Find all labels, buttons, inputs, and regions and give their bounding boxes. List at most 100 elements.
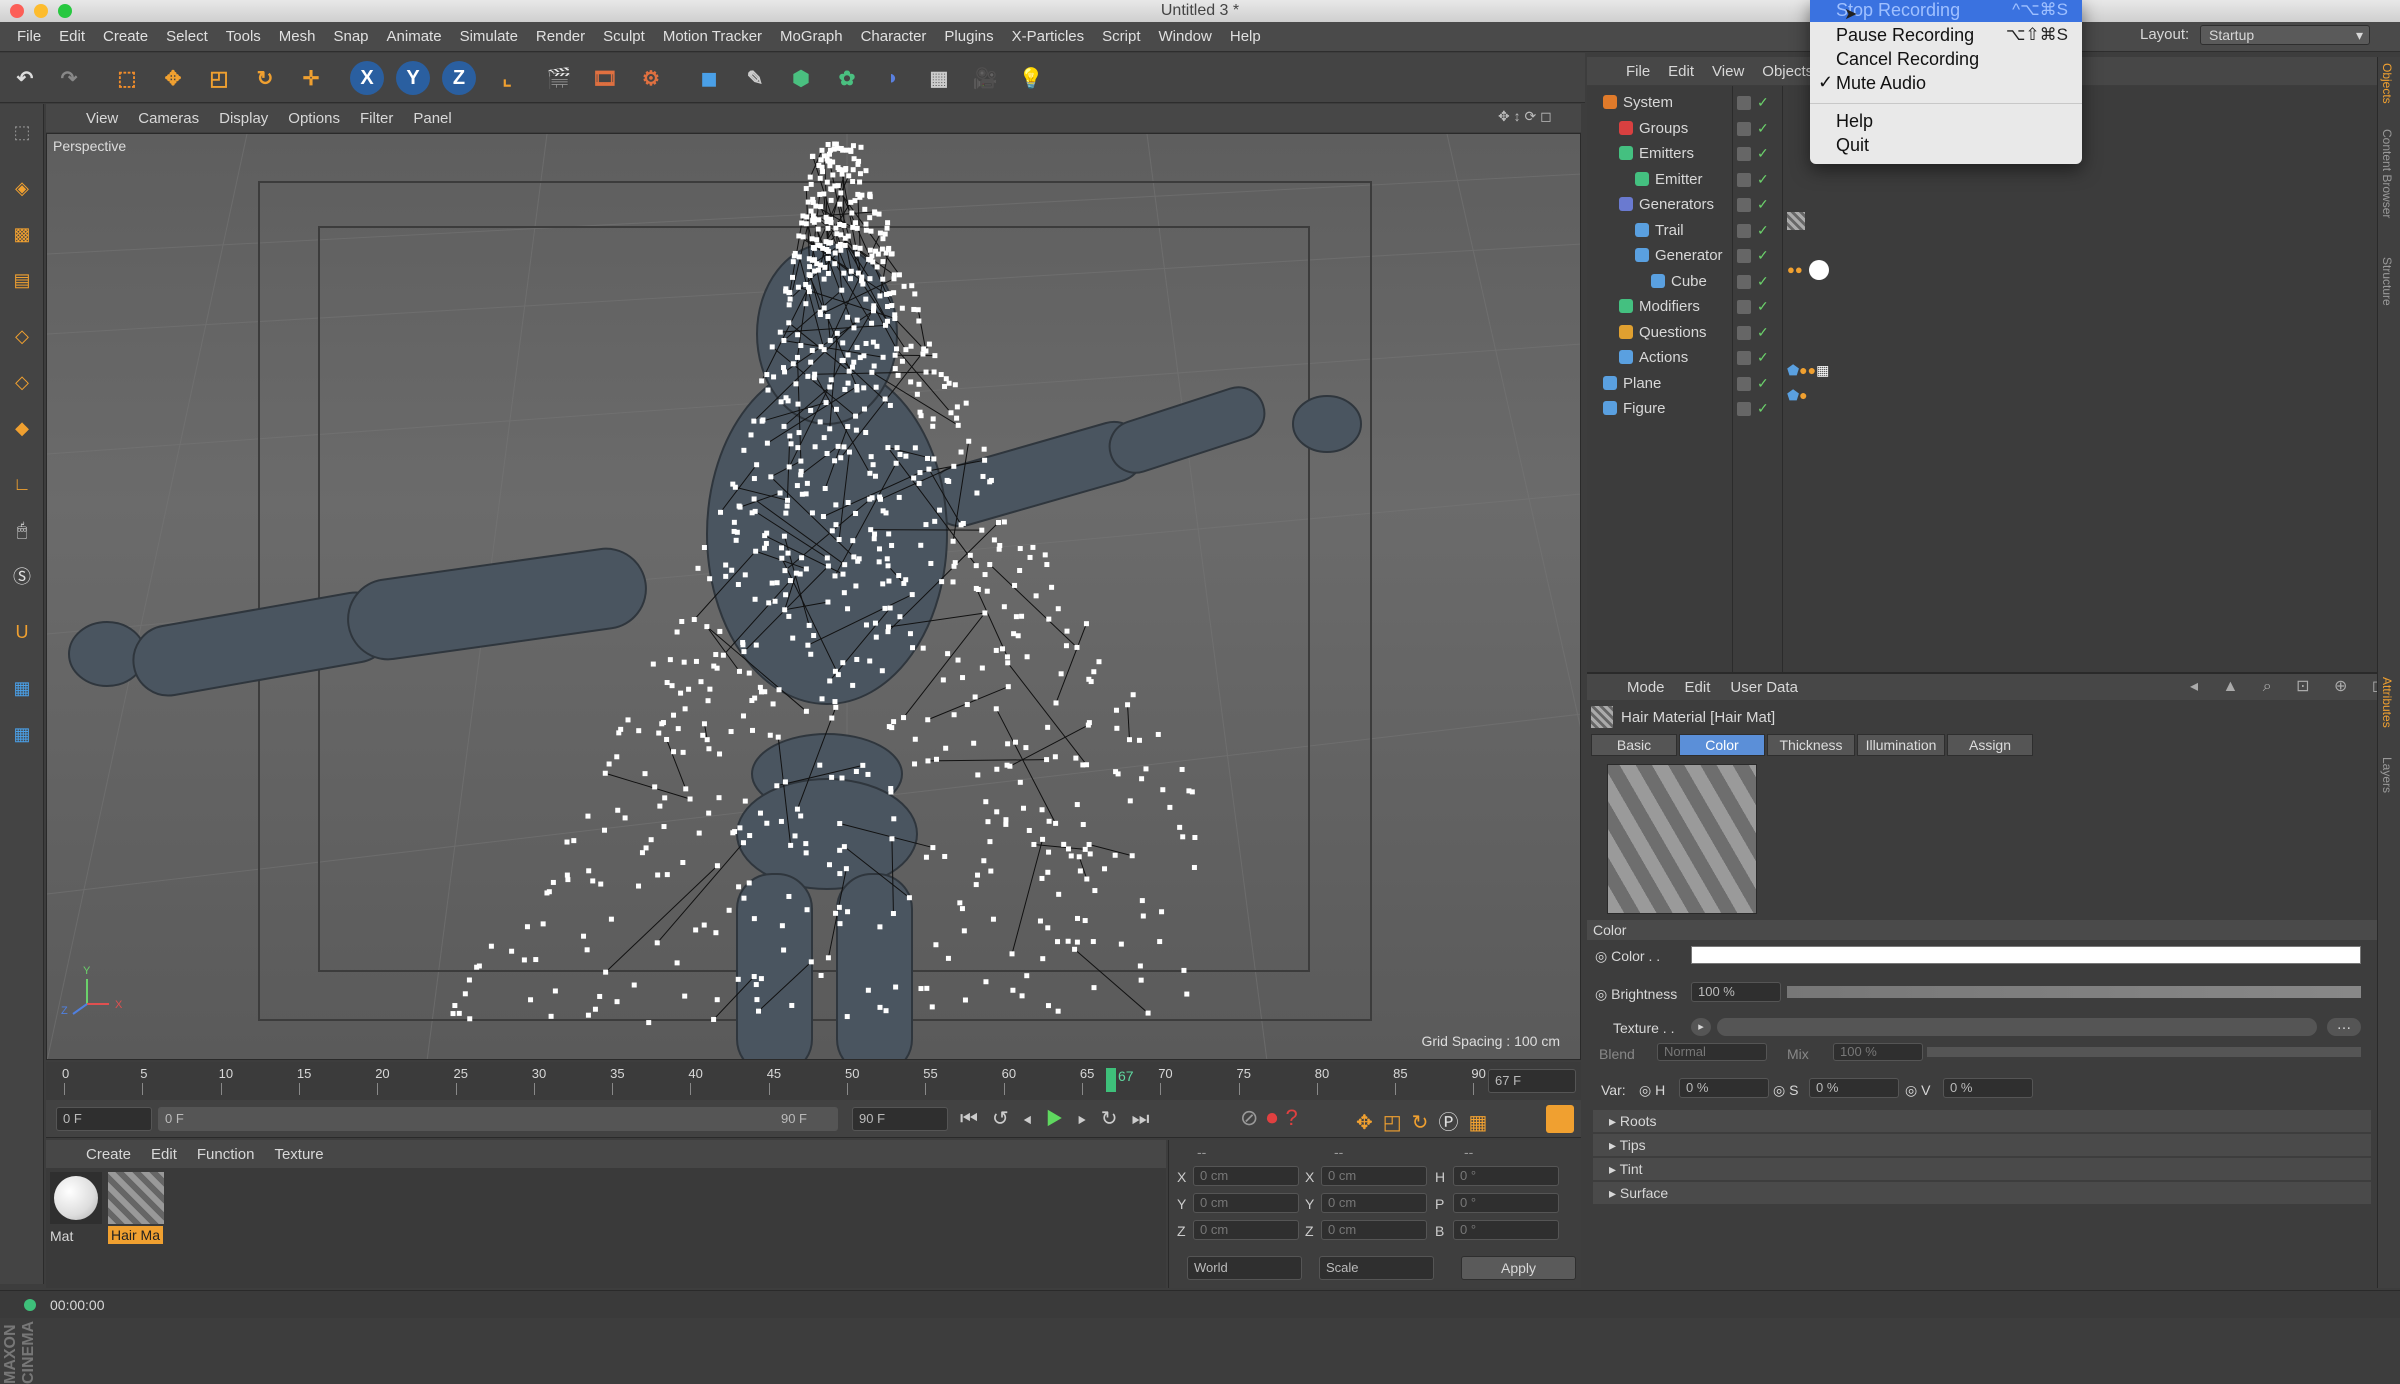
tweak-mode-icon[interactable]: 🖱: [4, 512, 40, 548]
minimize-window-button[interactable]: [34, 4, 48, 18]
render-to-picture-viewer-icon[interactable]: 🎞: [586, 59, 624, 97]
layer-icon[interactable]: [1737, 249, 1751, 263]
key-parameter-icon[interactable]: Ⓟ: [1438, 1112, 1468, 1134]
render-settings-icon[interactable]: ⚙: [632, 59, 670, 97]
coord-value-field[interactable]: 0 °: [1453, 1166, 1559, 1186]
object-row-figure[interactable]: Figure✓: [1587, 396, 2377, 421]
layer-icon[interactable]: [1737, 326, 1751, 340]
texture-field[interactable]: [1717, 1018, 2317, 1036]
menu-edit[interactable]: Edit: [50, 28, 94, 45]
coord-size-mode-select[interactable]: Scale: [1319, 1256, 1434, 1280]
viewport-menu-view[interactable]: View: [76, 110, 128, 127]
coord-mode-select[interactable]: World: [1187, 1256, 1302, 1280]
cube-primitive-icon[interactable]: ◼: [690, 59, 728, 97]
layer-icon[interactable]: [1737, 402, 1751, 416]
section-tint[interactable]: ▸ Tint: [1593, 1158, 2371, 1180]
xp-tag-icon[interactable]: ●●: [1787, 262, 1803, 277]
viewport-menu-cameras[interactable]: Cameras: [128, 110, 209, 127]
attribute-menu-mode[interactable]: Mode: [1617, 679, 1675, 696]
coord-value-field[interactable]: 0 cm: [1321, 1220, 1427, 1240]
key-filter-icons[interactable]: ✥◰↻Ⓟ▦: [1356, 1106, 1497, 1135]
coord-value-field[interactable]: 0 cm: [1193, 1220, 1299, 1240]
enabled-check-icon[interactable]: ✓: [1757, 294, 1769, 319]
scale-tool-icon[interactable]: ◰: [200, 59, 238, 97]
light-icon[interactable]: 💡: [1012, 59, 1050, 97]
object-row-cube[interactable]: Cube✓: [1587, 269, 2377, 294]
x-axis-lock-button[interactable]: X: [350, 61, 384, 95]
material-menu-create[interactable]: Create: [76, 1146, 141, 1163]
menu-file[interactable]: File: [8, 28, 50, 45]
menu-select[interactable]: Select: [157, 28, 217, 45]
layer-icon[interactable]: [1737, 198, 1751, 212]
autokey-icon[interactable]: ?: [1285, 1105, 1305, 1130]
z-axis-lock-button[interactable]: Z: [442, 61, 476, 95]
side-tab-structure[interactable]: Structure: [2380, 257, 2394, 306]
menu-item-mute-audio[interactable]: Mute Audio: [1836, 73, 1926, 94]
current-frame-field[interactable]: 67 F: [1488, 1069, 1576, 1093]
move-tool-icon[interactable]: ✥: [154, 59, 192, 97]
attribute-tab-illumination[interactable]: Illumination: [1857, 734, 1945, 756]
timeline-window-icon[interactable]: [1546, 1105, 1574, 1133]
menu-sculpt[interactable]: Sculpt: [594, 28, 654, 45]
layer-icon[interactable]: [1737, 224, 1751, 238]
attribute-nav-icons[interactable]: ◂ ▲ ⌕ ⊡ ⊕ ◻: [2190, 676, 2395, 696]
coord-value-field[interactable]: 0 °: [1453, 1220, 1559, 1240]
attribute-tab-color[interactable]: Color: [1679, 734, 1765, 756]
spline-pen-icon[interactable]: ✎: [736, 59, 774, 97]
floor-icon[interactable]: ▦: [920, 59, 958, 97]
material-menu-texture[interactable]: Texture: [264, 1146, 333, 1163]
viewport-menu-panel[interactable]: Panel: [403, 110, 461, 127]
layer-icon[interactable]: [1737, 173, 1751, 187]
subdivision-surface-icon[interactable]: ⬢: [782, 59, 820, 97]
layer-icon[interactable]: [1737, 122, 1751, 136]
menu-x-particles[interactable]: X-Particles: [1003, 28, 1094, 45]
key-position-icon[interactable]: ✥: [1356, 1112, 1383, 1134]
enabled-check-icon[interactable]: ✓: [1757, 371, 1769, 396]
attribute-tab-thickness[interactable]: Thickness: [1767, 734, 1855, 756]
side-tab-content-browser[interactable]: Content Browser: [2380, 129, 2394, 218]
menu-tools[interactable]: Tools: [217, 28, 270, 45]
enabled-check-icon[interactable]: ✓: [1757, 320, 1769, 345]
material-mat-swatch[interactable]: [50, 1172, 102, 1224]
menu-snap[interactable]: Snap: [324, 28, 377, 45]
previous-frame-icon[interactable]: ◂: [1023, 1108, 1046, 1130]
section-tips[interactable]: ▸ Tips: [1593, 1134, 2371, 1156]
edges-mode-icon[interactable]: ◇: [4, 364, 40, 400]
coord-value-field[interactable]: 0 cm: [1321, 1193, 1427, 1213]
live-selection-icon[interactable]: ⬚: [108, 59, 146, 97]
next-key-icon[interactable]: ↻: [1101, 1108, 1132, 1130]
menu-motion-tracker[interactable]: Motion Tracker: [654, 28, 771, 45]
workplane-mode-icon[interactable]: ▤: [4, 262, 40, 298]
material-hair-swatch[interactable]: [108, 1172, 164, 1224]
play-icon[interactable]: ▶: [1046, 1108, 1078, 1130]
make-editable-icon[interactable]: ⬚: [4, 114, 40, 150]
close-window-button[interactable]: [10, 4, 24, 18]
menu-window[interactable]: Window: [1150, 28, 1221, 45]
playback-controls[interactable]: ⏮↺◂▶▸↻⏭: [960, 1106, 1164, 1131]
color-swatch-field[interactable]: [1691, 946, 2361, 964]
coord-value-field[interactable]: 0 °: [1453, 1193, 1559, 1213]
enabled-check-icon[interactable]: ✓: [1757, 243, 1769, 268]
menu-item-cancel-recording[interactable]: Cancel Recording: [1836, 49, 1979, 70]
magnet-icon[interactable]: U: [4, 614, 40, 650]
side-tab-layers[interactable]: Layers: [2380, 757, 2394, 793]
transform-tool-icon[interactable]: ✛: [292, 59, 330, 97]
material-menu-edit[interactable]: Edit: [141, 1146, 187, 1163]
menu-render[interactable]: Render: [527, 28, 594, 45]
object-row-actions[interactable]: Actions✓: [1587, 345, 2377, 370]
key-rotation-icon[interactable]: ↻: [1412, 1112, 1439, 1134]
object-menu-edit[interactable]: Edit: [1659, 63, 1703, 80]
maximize-window-button[interactable]: [58, 4, 72, 18]
viewport-menu-filter[interactable]: Filter: [350, 110, 403, 127]
attribute-menu-user-data[interactable]: User Data: [1720, 679, 1808, 696]
axis-mode-icon[interactable]: ∟: [4, 466, 40, 502]
material-list[interactable]: Mat Hair Ma: [46, 1168, 1166, 1288]
menu-mograph[interactable]: MoGraph: [771, 28, 852, 45]
side-tab-attributes[interactable]: Attributes: [2380, 677, 2394, 728]
timeline-ruler[interactable]: 051015202530354045505560657075808590 67 …: [46, 1062, 1581, 1100]
coord-value-field[interactable]: 0 cm: [1321, 1166, 1427, 1186]
polygons-mode-icon[interactable]: ◆: [4, 410, 40, 446]
enabled-check-icon[interactable]: ✓: [1757, 167, 1769, 192]
key-pla-icon[interactable]: ▦: [1468, 1112, 1497, 1134]
key-scale-icon[interactable]: ◰: [1383, 1112, 1412, 1134]
